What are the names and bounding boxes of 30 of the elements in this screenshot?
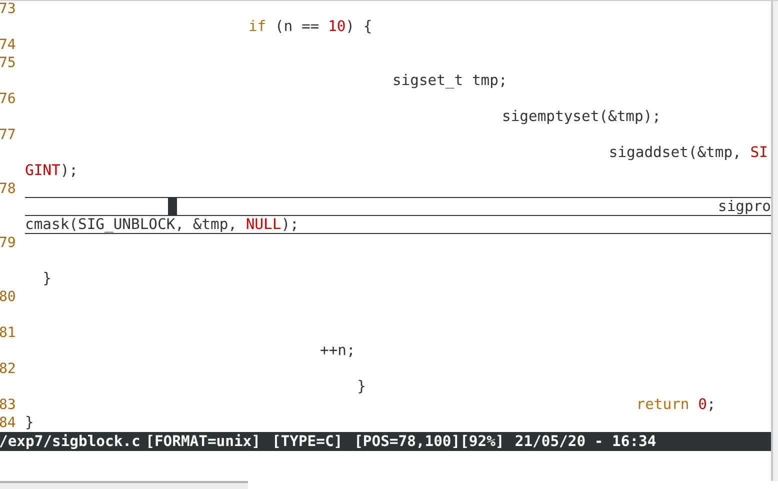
status-text: [92%]	[460, 433, 504, 450]
line-number: 82	[0, 360, 16, 378]
line-number: 78	[0, 180, 16, 198]
line-number: 83	[0, 396, 16, 414]
line-number: 73	[0, 0, 16, 18]
status-text: [POS=78,100]	[354, 433, 460, 450]
status-text: [FORMAT=unix]	[146, 433, 260, 450]
code-line: }	[42, 270, 52, 288]
code-line: sigaddset(&tmp, SI	[608, 144, 768, 162]
line-number: 77	[0, 126, 16, 144]
status-text: /exp7/sigblock.c	[0, 433, 140, 450]
code-line: }	[25, 414, 34, 432]
code-line: GINT);	[25, 162, 78, 180]
code-line: sigemptyset(&tmp);	[502, 108, 661, 126]
code-line: cmask(SIG_UNBLOCK, &tmp, NULL);	[25, 216, 299, 234]
line-number: 81	[0, 324, 16, 342]
code-line: ++n;	[320, 342, 356, 360]
line-number: 80	[0, 288, 16, 306]
line-number: 84	[0, 414, 16, 432]
code-line: sigset_t tmp;	[392, 72, 508, 90]
code-line: if (n == 10) {	[248, 18, 372, 36]
line-number: 75	[0, 54, 16, 72]
line-number: 74	[0, 36, 16, 54]
code-line: sigpro	[718, 198, 771, 216]
status-text: 21/05/20 - 16:34	[514, 433, 656, 450]
line-number: 76	[0, 90, 16, 108]
code-line: return 0;	[636, 396, 716, 414]
line-number: 79	[0, 234, 16, 252]
code-line: }	[357, 378, 366, 396]
status-text: [TYPE=C]	[272, 433, 343, 450]
